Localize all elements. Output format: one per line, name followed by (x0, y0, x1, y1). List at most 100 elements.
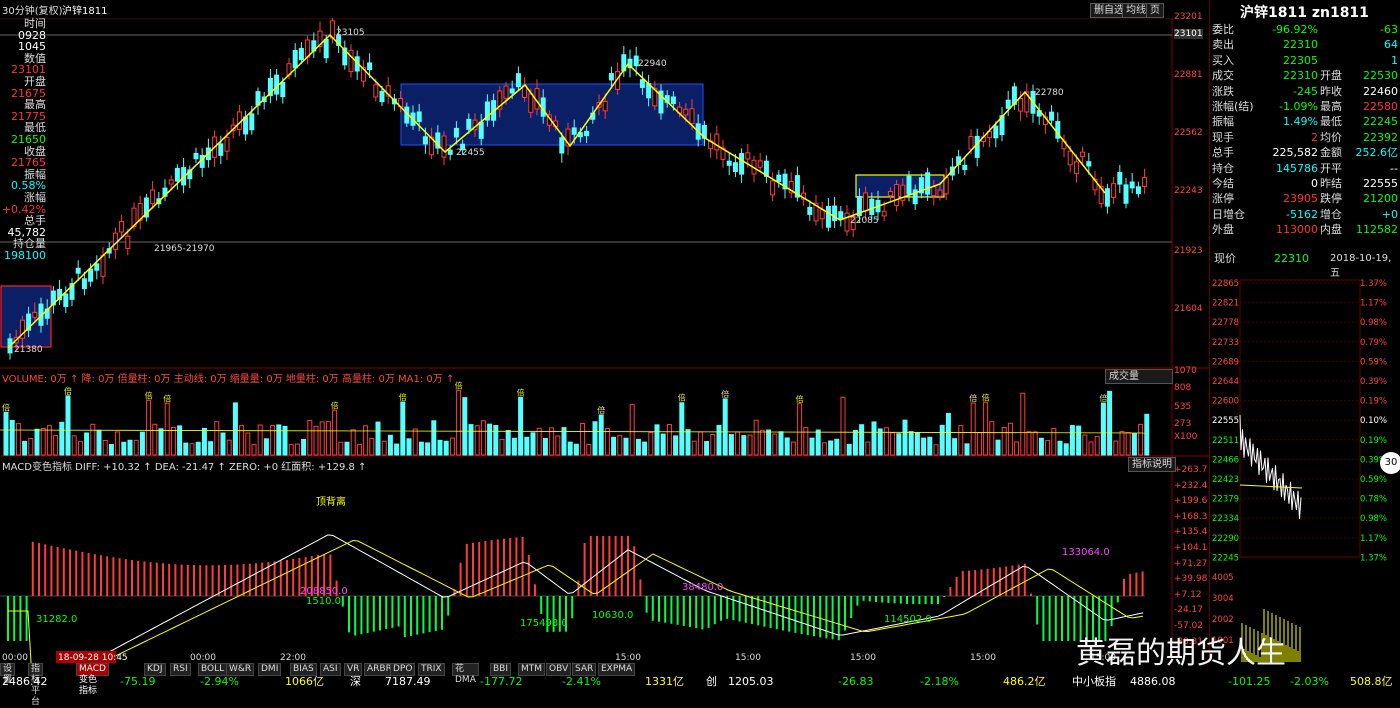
volume-bar (617, 435, 623, 456)
mini-axis-pct: 0.78% (1360, 495, 1387, 505)
volume-bar (22, 440, 28, 456)
mini-axis-pct: 1.17% (1360, 299, 1387, 309)
price-annotation: 22940 (638, 59, 667, 69)
ticker-item: 1066亿 (285, 675, 324, 688)
quote-row: 现手 2 均价 22392 (1212, 130, 1398, 144)
volume-bar (685, 429, 691, 456)
volume-marker: 倍 (331, 400, 339, 410)
indicator-tab[interactable]: DMI (258, 663, 282, 676)
candle-body (280, 81, 286, 98)
volume-bar (1144, 413, 1150, 456)
volume-bar (251, 444, 257, 456)
volume-bar (115, 431, 121, 456)
badge[interactable]: 30 (1380, 452, 1400, 474)
quote-row: 持仓 145786 开平 -- (1212, 161, 1398, 175)
candle-body (639, 79, 645, 88)
candle-body (453, 127, 459, 138)
volume-bar (418, 441, 424, 456)
candle-body (1086, 161, 1092, 167)
indicator-help-button[interactable]: 指标说明 (1128, 457, 1176, 472)
macd-annotation: 10630.0 (592, 610, 633, 621)
volume-bar (9, 419, 15, 456)
volume-bar (437, 439, 443, 456)
volume-bar (474, 425, 480, 456)
candle-body (863, 192, 869, 212)
macd-annotation: 175498.0 (520, 618, 568, 629)
ticker-item: 中小板指 (1072, 675, 1116, 688)
volume-bar (803, 427, 809, 456)
mini-axis-label: 22334 (1212, 514, 1239, 524)
volume-bar (673, 435, 679, 456)
quote-row: 委比 -96.92% -63 (1212, 23, 1398, 36)
volume-bar (239, 425, 245, 456)
volume-bar (549, 427, 555, 456)
page-button[interactable]: 页 (1146, 3, 1164, 18)
volume-bar (468, 424, 474, 456)
ticker-item: -2.18% (920, 675, 959, 688)
diff-line (87, 534, 1144, 663)
volume-bar (288, 444, 294, 456)
volume-bar (1125, 432, 1131, 456)
volume-bar (505, 429, 511, 456)
volume-bar (350, 429, 356, 456)
mini-axis-label: 22466 (1212, 455, 1239, 465)
candle-body (441, 135, 447, 158)
indicator-tab[interactable]: RSI (170, 663, 191, 676)
candle-body (119, 220, 125, 233)
period-label[interactable]: 30分钟(复权) (2, 2, 63, 17)
volume-bar (1045, 440, 1051, 456)
ticker-item: -2.41% (562, 675, 601, 688)
candle-body (373, 84, 379, 98)
indicator-tab[interactable]: 花DMA (452, 663, 479, 685)
candle-body (478, 121, 484, 139)
macd-annotation: 1510.0 (306, 596, 341, 607)
volume-bar (381, 440, 387, 456)
volume-bar (84, 432, 90, 456)
volume-legend: VOLUME: 0万 ↑ 降: 0万 倍量柱: 0万 主动线: 0万 缩量量: … (2, 374, 455, 385)
candlestick-chart[interactable]: 倍倍倍倍倍倍倍倍倍倍 倍倍倍倍倍 顶背离31282.0208850.01510.0… (0, 18, 1209, 663)
volume-bar (883, 427, 889, 456)
volume-bar (319, 421, 325, 456)
volume-bar (40, 427, 46, 456)
mini-axis-pct: 0.19% (1360, 397, 1387, 407)
macd-annotation: 顶背离 (316, 495, 346, 508)
candle-body (670, 96, 676, 105)
candle-body (894, 183, 900, 207)
mini-axis-pct: 0.98% (1360, 318, 1387, 328)
volume-bar (735, 431, 741, 456)
volume-bar (902, 419, 908, 456)
volume-bar (493, 425, 499, 456)
macd-axis-label: +263.7 (1174, 465, 1208, 475)
quote-panel: 沪锌1811 zn1811 委比 -96.92% -63 卖出 22310 64 买入 223… (1209, 0, 1400, 688)
volume-bar (1026, 431, 1032, 456)
volume-bar (958, 425, 964, 456)
candle-body (1073, 161, 1079, 175)
indicator-tab[interactable]: MACD变色指标 (76, 663, 109, 696)
volume-bar (914, 432, 920, 456)
candle-body (881, 210, 887, 217)
volume-bar (989, 421, 995, 456)
candle-body (249, 113, 255, 131)
ticker-item: 1205.03 (728, 675, 774, 688)
intraday-chart[interactable]: 22865 1.37% 22821 1.17% 22778 0.98% 22733 0.79%… (1210, 270, 1400, 663)
indicator-tab[interactable]: EXPMA (598, 663, 636, 676)
candle-body (974, 135, 980, 158)
macd-legend: MACD变色指标 DIFF: +10.32 ↑ DEA: -21.47 ↑ ZE… (2, 462, 367, 473)
macd-axis-label: +71.27 (1174, 558, 1208, 569)
volume-selector[interactable]: 成交量 (1105, 369, 1173, 384)
ticker-item: -26.83 (838, 675, 874, 688)
volume-bar (846, 443, 852, 456)
volume-bar (356, 443, 362, 456)
volume-bar (3, 411, 9, 456)
volume-bar (704, 441, 710, 456)
indicator-tab[interactable]: MTM (518, 663, 546, 676)
volume-bar (759, 429, 765, 456)
mini-axis-label: 22821 (1212, 299, 1239, 309)
volume-bar (995, 439, 1001, 456)
volume-bar (449, 437, 455, 456)
volume-bar (412, 428, 418, 456)
ticker-item: 1331亿 (645, 675, 684, 688)
candle-body (193, 152, 199, 160)
volume-bar (821, 442, 827, 456)
candle-body (323, 38, 329, 59)
